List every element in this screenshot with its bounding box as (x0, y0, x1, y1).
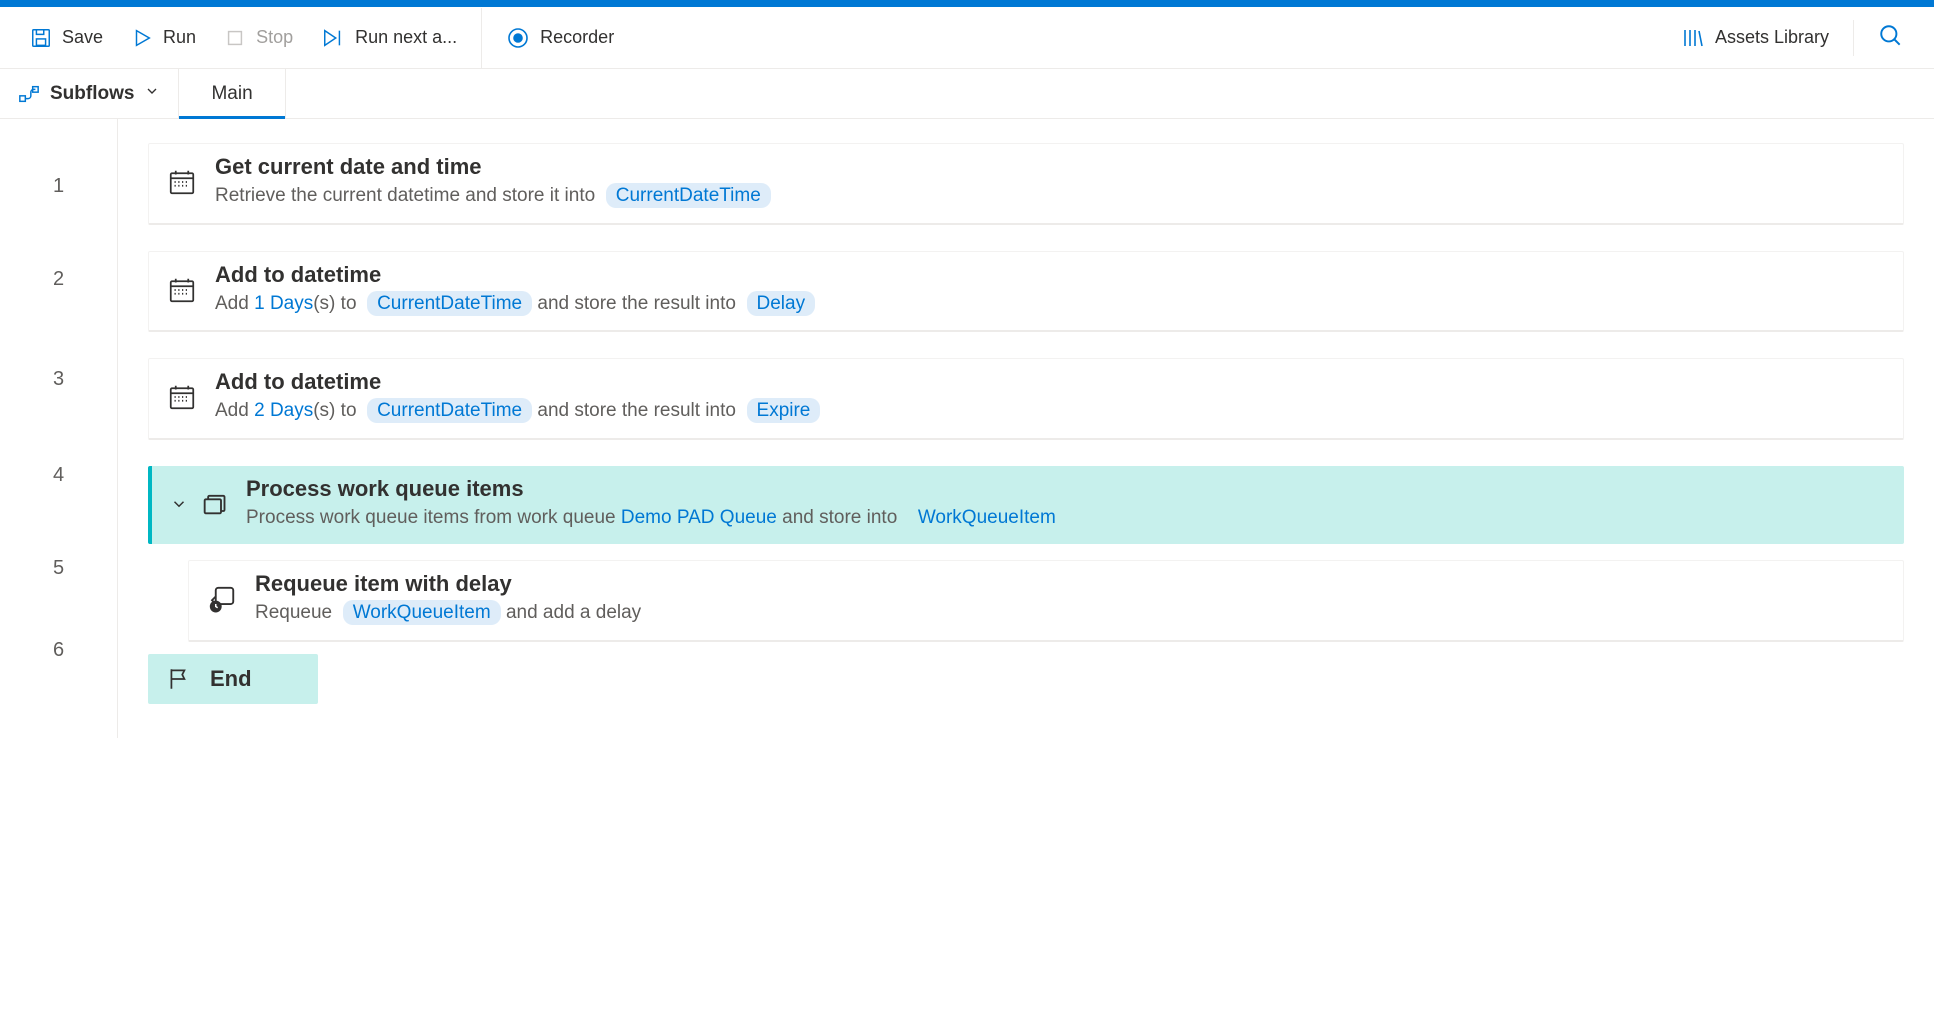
recorder-label: Recorder (540, 27, 614, 48)
toolbar: Save Run Stop Run next a... Recorder Ass… (0, 7, 1934, 69)
variable-pill[interactable]: WorkQueueItem (908, 505, 1066, 530)
calendar-icon (167, 382, 197, 412)
tab-main-label: Main (211, 83, 252, 105)
variable-pill[interactable]: CurrentDateTime (367, 291, 532, 316)
variable-pill[interactable]: CurrentDateTime (367, 398, 532, 423)
step-title: Process work queue items (246, 476, 1886, 502)
line-number: 6 (0, 615, 117, 685)
save-label: Save (62, 27, 103, 48)
assets-library-button[interactable]: Assets Library (1667, 18, 1843, 58)
save-icon (30, 27, 52, 49)
step-get-datetime[interactable]: Get current date and time Retrieve the c… (148, 143, 1904, 225)
library-icon (1681, 26, 1705, 50)
subflows-label: Subflows (50, 83, 134, 105)
step-description: Requeue WorkQueueItem and add a delay (255, 599, 1885, 628)
step-description: Process work queue items from work queue… (246, 504, 1886, 533)
step-icon (321, 27, 345, 49)
variable-pill[interactable]: Delay (747, 291, 816, 316)
collapse-chevron-icon[interactable] (170, 495, 188, 513)
recorder-button[interactable]: Recorder (492, 18, 628, 58)
step-title: Requeue item with delay (255, 571, 1885, 597)
save-button[interactable]: Save (16, 19, 117, 57)
subflow-icon (18, 83, 40, 105)
line-number: 5 (0, 521, 117, 615)
requeue-icon (207, 584, 237, 614)
run-label: Run (163, 27, 196, 48)
line-number: 1 (0, 143, 117, 229)
step-description: Retrieve the current datetime and store … (215, 182, 1885, 211)
calendar-icon (167, 167, 197, 197)
step-description: Add 2 Days(s) to CurrentDateTime and sto… (215, 397, 1885, 426)
variable-pill[interactable]: WorkQueueItem (343, 600, 501, 625)
search-button[interactable] (1864, 15, 1918, 60)
step-end[interactable]: End (148, 654, 318, 704)
variable-pill[interactable]: Expire (747, 398, 821, 423)
record-icon (506, 26, 530, 50)
step-process-queue[interactable]: Process work queue items Process work qu… (148, 466, 1904, 545)
subflows-dropdown[interactable]: Subflows (0, 69, 179, 118)
stop-button: Stop (210, 19, 307, 57)
search-icon (1878, 36, 1904, 52)
line-number: 4 (0, 429, 117, 521)
step-title: Add to datetime (215, 369, 1885, 395)
assets-library-label: Assets Library (1715, 27, 1829, 48)
line-gutter: 1 2 3 4 5 6 (0, 119, 118, 738)
run-button[interactable]: Run (117, 19, 210, 57)
window-accent-bar (0, 0, 1934, 7)
play-icon (131, 27, 153, 49)
variable-pill[interactable]: CurrentDateTime (606, 183, 771, 208)
step-add-datetime-2[interactable]: Add to datetime Add 2 Days(s) to Current… (148, 358, 1904, 440)
stack-icon (200, 490, 228, 518)
step-requeue-item[interactable]: Requeue item with delay Requeue WorkQueu… (188, 560, 1904, 642)
tab-main[interactable]: Main (179, 69, 285, 118)
line-number: 2 (0, 229, 117, 329)
run-next-button[interactable]: Run next a... (307, 19, 471, 57)
run-next-label: Run next a... (355, 27, 457, 48)
step-title: End (210, 666, 252, 692)
steps-panel: Get current date and time Retrieve the c… (118, 119, 1934, 738)
step-title: Add to datetime (215, 262, 1885, 288)
tabs-row: Subflows Main (0, 69, 1934, 119)
chevron-down-icon (144, 83, 160, 105)
calendar-icon (167, 275, 197, 305)
workspace: 1 2 3 4 5 6 Get current date and time Re… (0, 119, 1934, 738)
step-description: Add 1 Days(s) to CurrentDateTime and sto… (215, 290, 1885, 319)
stop-icon (224, 27, 246, 49)
flag-icon (166, 666, 192, 692)
toolbar-separator (481, 8, 482, 68)
line-number: 3 (0, 329, 117, 429)
stop-label: Stop (256, 27, 293, 48)
step-title: Get current date and time (215, 154, 1885, 180)
toolbar-separator (1853, 20, 1854, 56)
step-add-datetime-1[interactable]: Add to datetime Add 1 Days(s) to Current… (148, 251, 1904, 333)
